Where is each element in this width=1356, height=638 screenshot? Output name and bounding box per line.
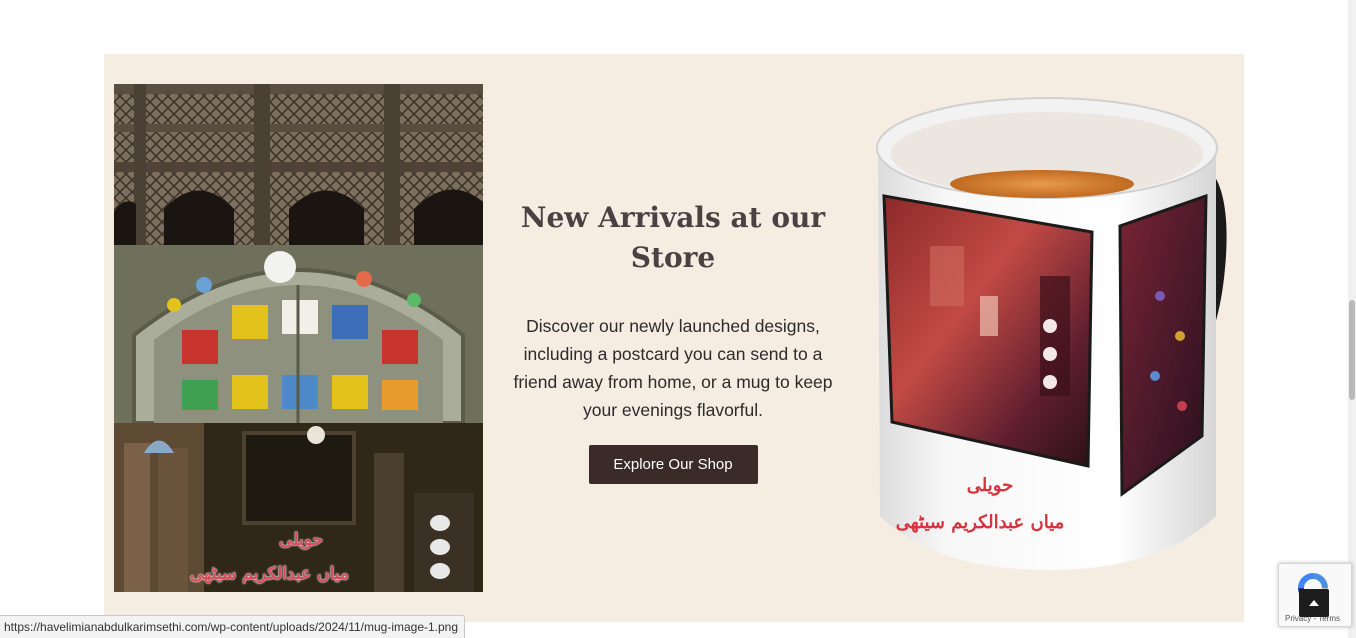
promo-heading: New Arrivals at our Store — [520, 201, 826, 274]
mug-image[interactable]: حویلی میاں عبدالکریم سیٹھی — [870, 96, 1230, 576]
chevron-up-icon — [1309, 600, 1319, 606]
promo-description: Discover our newly launched designs, inc… — [513, 316, 833, 420]
haveli-collage-image: حویلی میاں عبدالکریم سیٹھی — [114, 84, 483, 592]
page-scrollbar[interactable] — [1348, 0, 1356, 638]
carved-lattice-panel — [114, 84, 483, 245]
page: حویلی میاں عبدالکریم سیٹھی New Arrivals … — [0, 0, 1356, 638]
back-to-top-button[interactable] — [1299, 589, 1329, 617]
carved-lattice-art — [114, 84, 483, 245]
mug-art: حویلی میاں عبدالکریم سیٹھی — [876, 97, 1227, 570]
scrollbar-thumb[interactable] — [1349, 300, 1355, 400]
promo-content: New Arrivals at our Store Discover our n… — [502, 198, 844, 484]
collage-caption-haveli: حویلی — [279, 530, 323, 550]
mug-caption-haveli: حویلی — [967, 475, 1013, 496]
stained-glass-art — [114, 245, 483, 423]
stained-glass-panel — [114, 245, 483, 423]
browser-status-url: https://havelimianabdulkarimsethi.com/wp… — [0, 615, 466, 638]
new-arrivals-section: حویلی میاں عبدالکریم سیٹھی New Arrivals … — [104, 54, 1244, 622]
mug-caption-name: میاں عبدالکریم سیٹھی — [896, 512, 1065, 533]
collage-caption-name: میاں عبدالکریم سیٹھی — [189, 564, 349, 584]
explore-shop-button[interactable]: Explore Our Shop — [588, 445, 758, 484]
